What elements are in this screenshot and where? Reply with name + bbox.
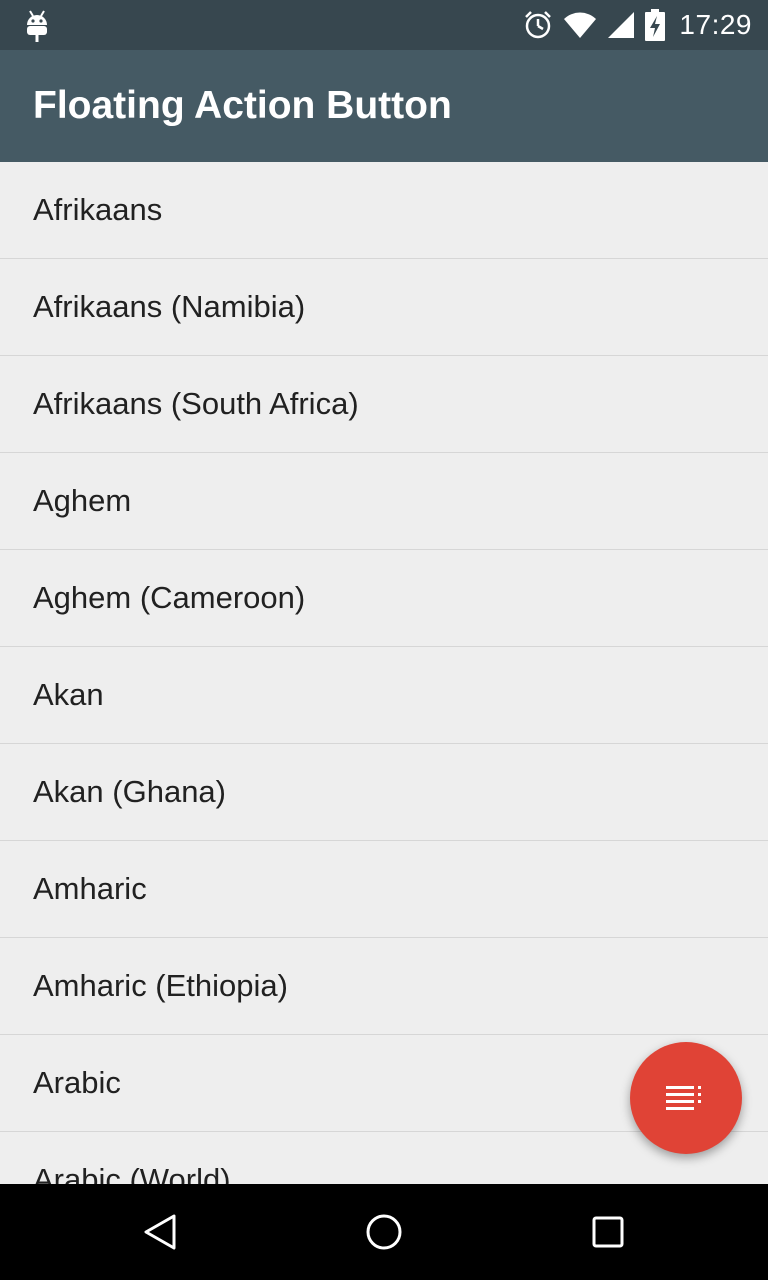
- back-button[interactable]: [136, 1208, 184, 1256]
- list-item[interactable]: Aghem: [0, 453, 768, 550]
- status-time: 17:29: [679, 9, 752, 40]
- list-item[interactable]: Aghem (Cameroon): [0, 550, 768, 647]
- navigation-bar: [0, 1184, 768, 1280]
- sort-list-icon: [666, 1086, 701, 1110]
- list-item[interactable]: Afrikaans (South Africa): [0, 356, 768, 453]
- list-item[interactable]: Akan (Ghana): [0, 744, 768, 841]
- app-bar: Floating Action Button: [0, 50, 768, 162]
- list-item[interactable]: Akan: [0, 647, 768, 744]
- home-button[interactable]: [360, 1208, 408, 1256]
- home-icon: [366, 1214, 402, 1250]
- recents-icon: [592, 1216, 624, 1248]
- list-item[interactable]: Afrikaans (Namibia): [0, 259, 768, 356]
- alarm-icon: [525, 11, 552, 39]
- app-title: Floating Action Button: [33, 84, 452, 127]
- language-list[interactable]: Afrikaans Afrikaans (Namibia) Afrikaans …: [0, 162, 768, 1184]
- screen: 17:29 Floating Action Button Afrikaans A…: [0, 0, 768, 1280]
- cellular-signal-icon: [608, 12, 635, 38]
- back-icon: [144, 1214, 176, 1250]
- status-icons: 17:29: [523, 0, 752, 50]
- list-item[interactable]: Amharic: [0, 841, 768, 938]
- recents-button[interactable]: [584, 1208, 632, 1256]
- android-debug-icon: [27, 10, 47, 42]
- status-bar: 17:29: [0, 0, 768, 50]
- floating-action-button[interactable]: [630, 1042, 742, 1154]
- list-item[interactable]: Afrikaans: [0, 162, 768, 259]
- list-item[interactable]: Amharic (Ethiopia): [0, 938, 768, 1035]
- battery-charging-icon: [645, 9, 666, 41]
- wifi-icon: [564, 12, 597, 38]
